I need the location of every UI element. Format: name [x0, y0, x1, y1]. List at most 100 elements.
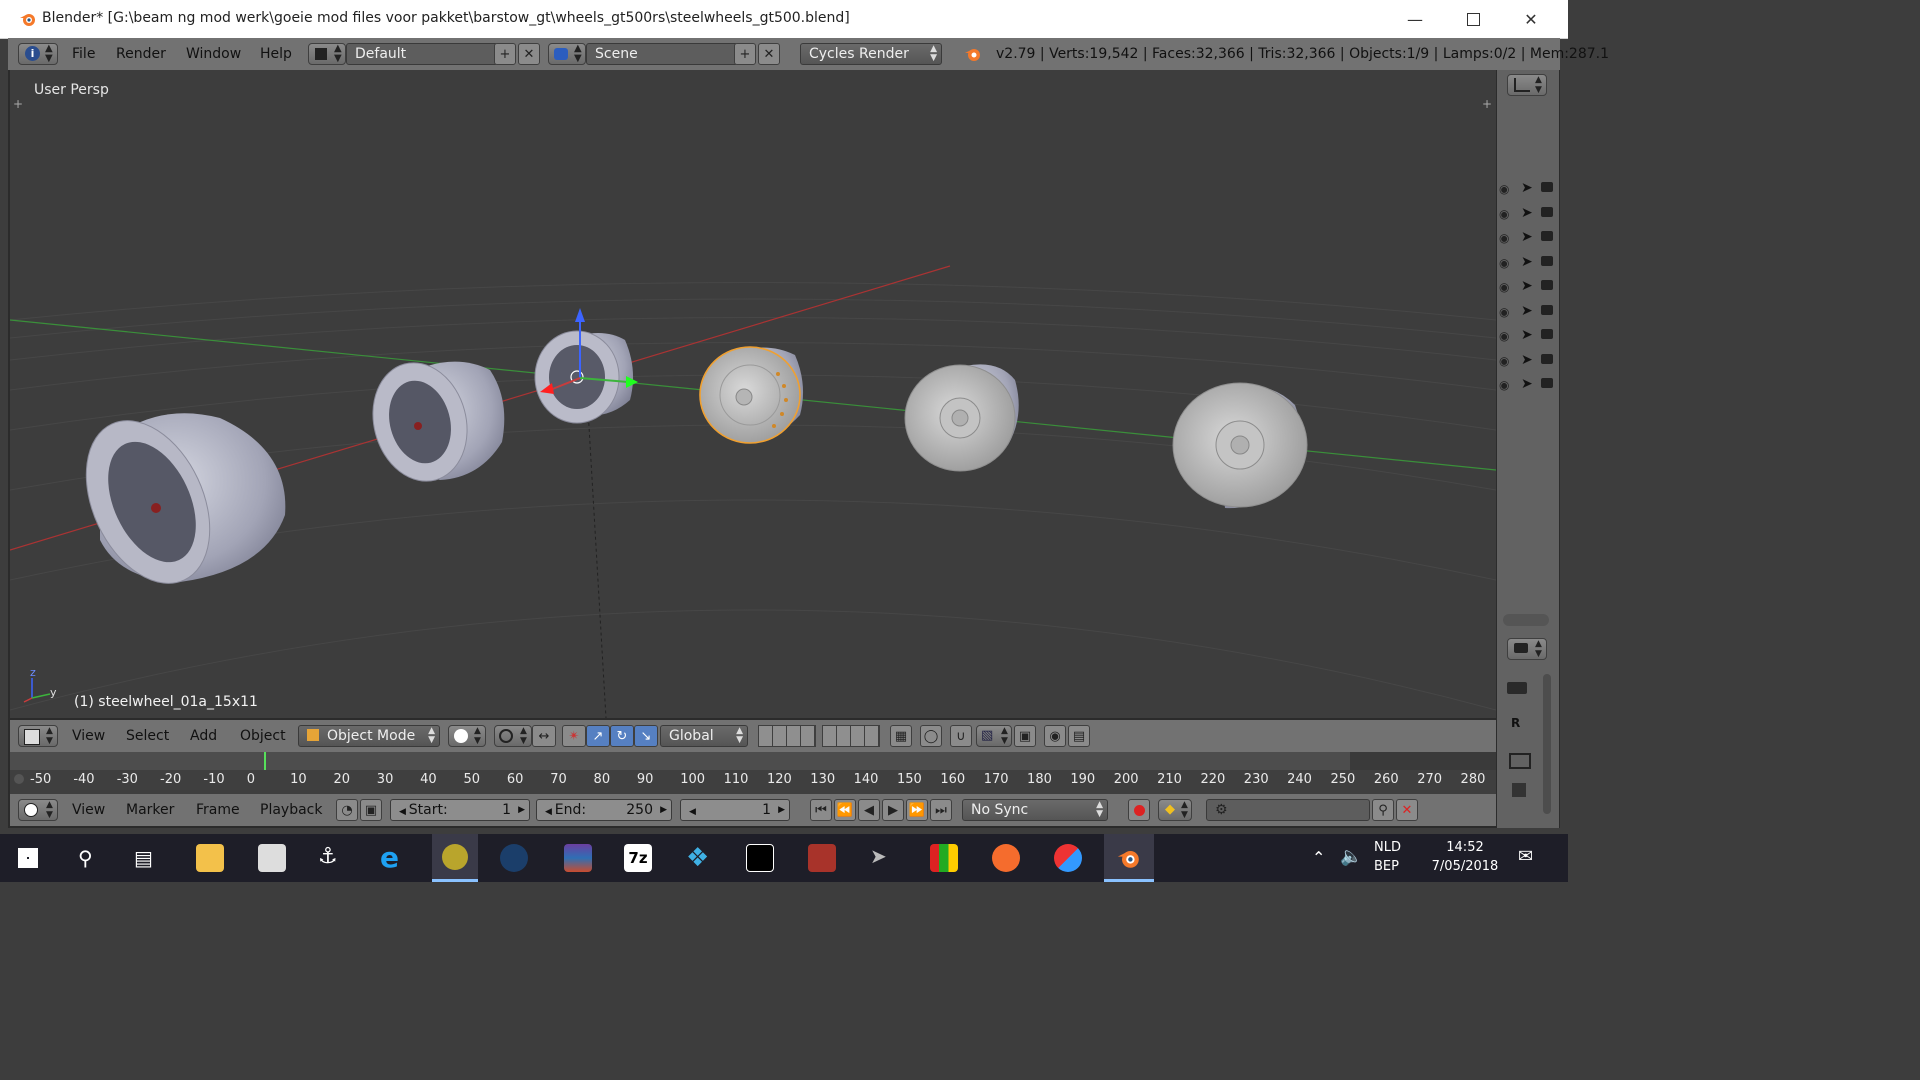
language-indicator[interactable]: NLD BEP	[1374, 840, 1401, 874]
eye-icon[interactable]: ◉	[1499, 354, 1509, 368]
delete-keyframe-button[interactable]: ✕	[1396, 799, 1418, 821]
viewport-shading-button[interactable]: ▲ ▼	[448, 725, 486, 747]
opengl-render-button[interactable]: ◉	[1044, 725, 1066, 747]
timeline-scroll-handle[interactable]	[14, 774, 24, 784]
mode-dropdown[interactable]: Object Mode ▲ ▼	[298, 725, 440, 747]
remove-layout-button[interactable]: ✕	[518, 43, 540, 65]
render-camera-icon[interactable]	[1541, 206, 1553, 217]
render-camera-icon[interactable]	[1541, 231, 1553, 241]
scene-selector-button[interactable]: ▲ ▼	[548, 43, 586, 65]
cursor-select-icon[interactable]: ➤	[1521, 352, 1533, 368]
outliner-row[interactable]: ◉ ➤	[1497, 325, 1559, 349]
render-camera-icon[interactable]	[1541, 304, 1553, 315]
outliner-editor-type-button[interactable]: ▲ ▼	[1507, 74, 1547, 96]
cursor-select-icon[interactable]: ➤	[1521, 205, 1533, 221]
search-button[interactable]: ⚲	[78, 846, 93, 870]
play-reverse-button[interactable]: ◀	[858, 799, 880, 821]
show-hidden-icons-button[interactable]: ⌃	[1312, 848, 1325, 867]
action-center-button[interactable]: ✉	[1518, 846, 1533, 867]
outliner-row[interactable]: ◉ ➤	[1497, 301, 1559, 325]
minimize-button[interactable]: —	[1386, 0, 1444, 38]
menu-render[interactable]: Render	[116, 46, 166, 62]
taskbar-winrar[interactable]	[564, 844, 592, 872]
cursor-select-icon[interactable]: ➤	[1521, 376, 1533, 392]
eye-icon[interactable]: ◉	[1499, 207, 1509, 221]
start-frame-field[interactable]: ◀ Start: 1 ▶	[390, 799, 530, 821]
lock-time-cursor-button[interactable]: ▣	[360, 799, 382, 821]
render-camera-icon[interactable]	[1541, 329, 1553, 339]
selected-wheel-model[interactable]	[699, 346, 804, 444]
cursor-select-icon[interactable]: ➤	[1521, 180, 1533, 196]
taskbar-aorus[interactable]: ➤	[870, 844, 898, 872]
taskbar-corsair[interactable]: ⚓	[318, 844, 346, 872]
manipulator-toggle-button[interactable]: ✴	[562, 725, 586, 747]
cursor-select-icon[interactable]: ➤	[1521, 229, 1533, 245]
snap-target-button[interactable]: ▣	[1014, 725, 1036, 747]
outliner-scrollbar[interactable]	[1503, 614, 1549, 626]
scale-manipulator-button[interactable]: ↘	[634, 725, 658, 747]
wheel-model[interactable]	[62, 401, 286, 603]
remove-scene-button[interactable]: ✕	[758, 43, 780, 65]
jump-keyframe-back-button[interactable]: ⏪	[834, 799, 856, 821]
render-camera-icon[interactable]	[1541, 280, 1553, 290]
wheel-model[interactable]	[534, 330, 634, 424]
timeline-menu-marker[interactable]: Marker	[126, 802, 174, 818]
snap-element-button[interactable]: ▧ ▲ ▼	[976, 725, 1012, 747]
taskbar-store[interactable]	[258, 844, 286, 872]
proportional-edit-button[interactable]: ◯	[920, 725, 942, 747]
taskbar-file-explorer[interactable]	[196, 844, 224, 872]
add-layout-button[interactable]: +	[494, 43, 516, 65]
jump-to-start-button[interactable]: ⏮	[810, 799, 832, 821]
render-camera-icon[interactable]	[1541, 378, 1553, 388]
taskbar-steam[interactable]	[500, 844, 528, 872]
jump-keyframe-forward-button[interactable]: ⏩	[906, 799, 928, 821]
translate-manipulator-button[interactable]: ↗	[586, 725, 610, 747]
cursor-select-icon[interactable]: ➤	[1521, 303, 1533, 319]
taskbar-winrar-sfx[interactable]	[930, 844, 958, 872]
keying-set-button[interactable]: ◆ ▲ ▼	[1158, 799, 1192, 821]
3d-viewport[interactable]: + + User Persp z y (1) steelwheel_01a_15…	[10, 70, 1496, 718]
menu-help[interactable]: Help	[260, 46, 292, 62]
current-frame-field[interactable]: ◀ 1 ▶	[680, 799, 790, 821]
render-camera-icon[interactable]	[1541, 255, 1553, 266]
wheel-model[interactable]	[904, 364, 1019, 472]
pivot-point-button[interactable]: ▲ ▼	[494, 725, 532, 747]
taskbar-ccleaner[interactable]	[1054, 844, 1082, 872]
taskbar-blender-active[interactable]	[1104, 834, 1154, 882]
outliner-row[interactable]: ◉ ➤	[1497, 276, 1559, 300]
menu-window[interactable]: Window	[186, 46, 241, 62]
render-engine-dropdown[interactable]: Cycles Render ▲ ▼	[800, 43, 942, 65]
menu-view[interactable]: View	[72, 728, 105, 744]
eye-icon[interactable]: ◉	[1499, 280, 1509, 294]
render-properties-tab[interactable]	[1501, 676, 1535, 700]
transform-orientation-dropdown[interactable]: Global ▲ ▼	[660, 725, 748, 747]
timeline-menu-frame[interactable]: Frame	[196, 802, 240, 818]
timeline-menu-playback[interactable]: Playback	[260, 802, 322, 818]
timeline-menu-view[interactable]: View	[72, 802, 105, 818]
timeline-area[interactable]: -50 -40 -30 -20 -10 0 10 20 30 40 50 60 70 80 90 100 110…	[10, 752, 1496, 794]
region-expand-right-icon[interactable]: +	[1482, 97, 1492, 111]
taskbar-hitman[interactable]	[746, 844, 774, 872]
menu-add[interactable]: Add	[190, 728, 217, 744]
scene-name-field[interactable]: Scene	[586, 43, 738, 65]
eye-icon[interactable]: ◉	[1499, 256, 1509, 270]
close-button[interactable]: ✕	[1502, 0, 1560, 38]
menu-object[interactable]: Object	[240, 728, 286, 744]
current-frame-indicator[interactable]	[264, 752, 266, 770]
eye-icon[interactable]: ◉	[1499, 329, 1509, 343]
outliner-row[interactable]: ◉ ➤	[1497, 178, 1559, 202]
taskbar-origin[interactable]	[992, 844, 1020, 872]
auto-keying-button[interactable]	[1128, 799, 1150, 821]
start-button[interactable]	[18, 848, 38, 868]
layout-name-field[interactable]: Default	[346, 43, 498, 65]
add-scene-button[interactable]: +	[734, 43, 756, 65]
jump-to-end-button[interactable]: ⏭	[930, 799, 952, 821]
cursor-select-icon[interactable]: ➤	[1521, 254, 1533, 270]
rotate-manipulator-button[interactable]: ↻	[610, 725, 634, 747]
taskbar-beamng-active[interactable]	[432, 834, 478, 882]
editor-type-timeline-button[interactable]: ▲ ▼	[18, 799, 58, 821]
eye-icon[interactable]: ◉	[1499, 305, 1509, 319]
manipulator-center-button[interactable]: ↔	[532, 725, 556, 747]
layer-buttons-group-2[interactable]	[822, 725, 880, 747]
editor-type-3dview-button[interactable]: ▲ ▼	[18, 725, 58, 747]
